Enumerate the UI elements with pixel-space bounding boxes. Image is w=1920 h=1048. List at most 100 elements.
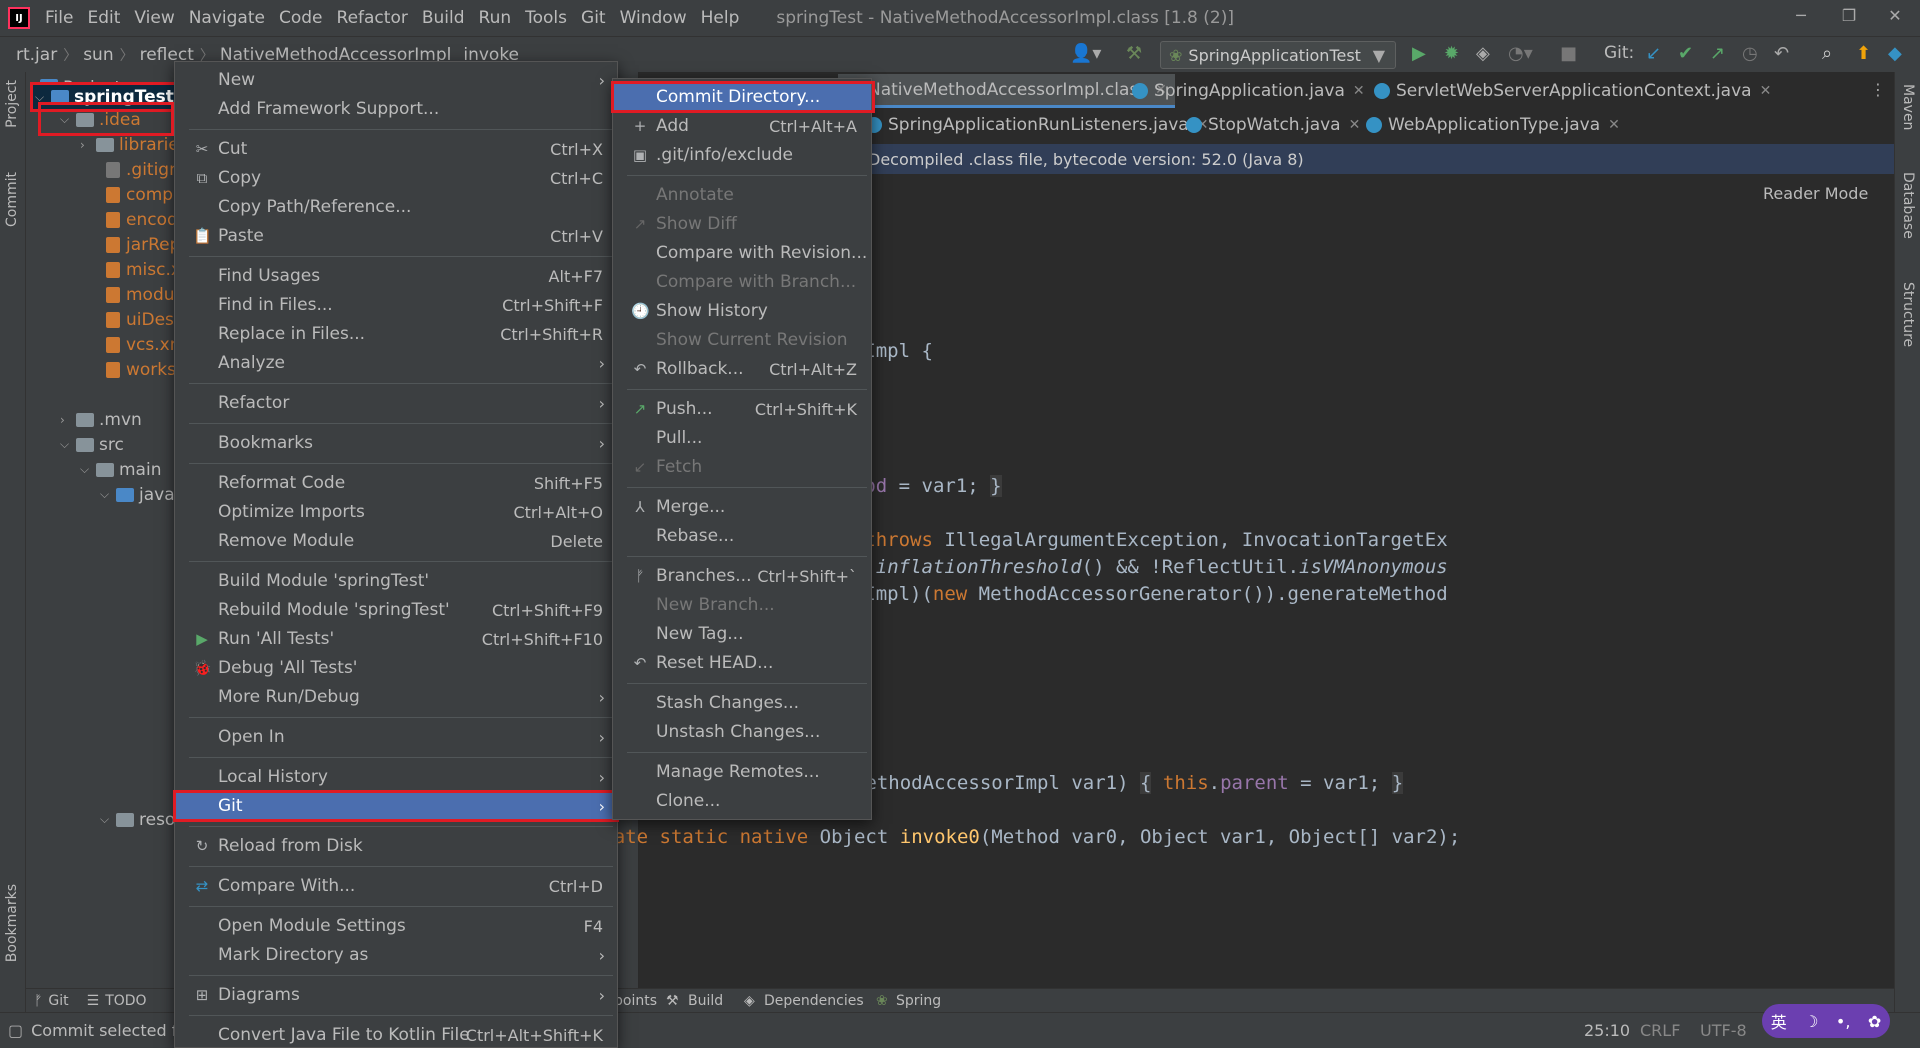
git-menu-item-new-tag[interactable]: New Tag... [613, 620, 871, 648]
context-menu-item-cut[interactable]: ✂ Cut Ctrl+X [175, 135, 617, 163]
search-icon[interactable]: ⌕ [1822, 43, 1832, 64]
minimize-icon[interactable]: ─ [1778, 0, 1824, 30]
git-menu-item-rollback[interactable]: ↶ Rollback... Ctrl+Alt+Z [613, 355, 871, 383]
context-menu-item-convert-java-file-to-kotlin-file[interactable]: Convert Java File to Kotlin File Ctrl+Alt… [175, 1021, 617, 1048]
line-separator[interactable]: CRLF [1640, 1021, 1680, 1040]
git-menu-item-pull[interactable]: Pull... [613, 424, 871, 452]
tab-springapplication[interactable]: SpringApplication.java ✕ [1124, 74, 1373, 108]
tree-item-java[interactable]: ⌵ java [100, 482, 175, 507]
close-tab-icon[interactable]: ✕ [1608, 117, 1620, 133]
close-tab-icon[interactable]: ✕ [1353, 83, 1365, 99]
menu-tools[interactable]: Tools [518, 0, 574, 36]
context-menu-item-debug-all-tests[interactable]: 🐞 Debug 'All Tests' [175, 654, 617, 682]
context-menu-item-rebuild-module-springtest[interactable]: Rebuild Module 'springTest' Ctrl+Shift+F9 [175, 596, 617, 624]
stop-icon[interactable]: ■ [1560, 43, 1577, 64]
context-menu-item-compare-with[interactable]: ⇄ Compare With... Ctrl+D [175, 872, 617, 900]
tree-item-src[interactable]: ⌵ src [60, 432, 124, 457]
caret-position[interactable]: 25:10 [1584, 1021, 1630, 1040]
context-menu-item-new[interactable]: New › [175, 66, 617, 94]
context-menu-item-open-in[interactable]: Open In › [175, 723, 617, 751]
breadcrumb-package[interactable]: sun [77, 45, 119, 65]
git-update-icon[interactable]: ↙ [1646, 43, 1661, 64]
menu-refactor[interactable]: Refactor [330, 0, 415, 36]
context-menu-item-open-module-settings[interactable]: Open Module Settings F4 [175, 912, 617, 940]
build-tool-tab[interactable]: Build [688, 993, 723, 1009]
context-menu-item-local-history[interactable]: Local History › [175, 763, 617, 791]
menu-run[interactable]: Run [472, 0, 519, 36]
tab-springapplicationrunlisteners[interactable]: SpringApplicationRunListeners.java ✕ [858, 108, 1216, 142]
tree-item-mvn[interactable]: › .mvn [60, 407, 142, 432]
git-history-icon[interactable]: ◷ [1742, 43, 1758, 64]
context-menu-item-analyze[interactable]: Analyze › [175, 349, 617, 377]
tree-item-libraries[interactable]: › libraries [80, 132, 188, 157]
git-menu-item-branches[interactable]: ᚠ Branches... Ctrl+Shift+` [613, 562, 871, 590]
context-menu-item-reformat-code[interactable]: Reformat Code Shift+F5 [175, 469, 617, 497]
context-menu-item-bookmarks[interactable]: Bookmarks › [175, 429, 617, 457]
git-menu-item-commit-directory[interactable]: Commit Directory... [613, 83, 871, 111]
context-menu-item-remove-module[interactable]: Remove Module Delete [175, 527, 617, 555]
menu-view[interactable]: View [127, 0, 181, 36]
project-tool-tab[interactable]: Project [4, 80, 20, 128]
menu-window[interactable]: Window [613, 0, 694, 36]
context-menu-item-paste[interactable]: 📋 Paste Ctrl+V [175, 222, 617, 250]
context-menu-item-copy-path-reference[interactable]: Copy Path/Reference... [175, 193, 617, 221]
git-tool-tab[interactable]: Git [48, 993, 68, 1009]
git-commit-icon[interactable]: ✔ [1678, 43, 1693, 64]
context-menu-item-find-in-files[interactable]: Find in Files... Ctrl+Shift+F [175, 291, 617, 319]
context-menu-item-reload-from-disk[interactable]: ↻ Reload from Disk [175, 832, 617, 860]
context-menu-item-copy[interactable]: ⧉ Copy Ctrl+C [175, 164, 617, 192]
context-menu-item-replace-in-files[interactable]: Replace in Files... Ctrl+Shift+R [175, 320, 617, 348]
file-encoding[interactable]: UTF-8 [1700, 1021, 1747, 1040]
profile-icon[interactable]: ◔▾ [1508, 43, 1533, 64]
git-menu-item-stash-changes[interactable]: Stash Changes... [613, 689, 871, 717]
git-menu-item-merge[interactable]: ⅄ Merge... [613, 493, 871, 521]
context-menu-item-optimize-imports[interactable]: Optimize Imports Ctrl+Alt+O [175, 498, 617, 526]
dependencies-tool-tab[interactable]: Dependencies [764, 993, 864, 1009]
git-menu-item-add[interactable]: + Add Ctrl+Alt+A [613, 112, 871, 140]
context-menu-item-git[interactable]: Git › [175, 792, 617, 820]
menu-edit[interactable]: Edit [80, 0, 127, 36]
git-menu-item-git-info-exclude[interactable]: ▣ .git/info/exclude [613, 141, 871, 169]
git-menu-item-reset-head[interactable]: ↶ Reset HEAD... [613, 649, 871, 677]
structure-tool-tab[interactable]: Structure [1900, 282, 1916, 347]
bookmarks-tool-tab[interactable]: Bookmarks [4, 884, 20, 962]
tab-servletwebserverapplicationcontext[interactable]: ServletWebServerApplicationContext.java ✕ [1366, 74, 1779, 108]
database-tool-tab[interactable]: Database [1900, 172, 1916, 239]
context-menu-item-run-all-tests[interactable]: ▶ Run 'All Tests' Ctrl+Shift+F10 [175, 625, 617, 653]
maven-tool-tab[interactable]: Maven [1900, 84, 1916, 130]
close-window-icon[interactable]: ✕ [1872, 0, 1918, 30]
git-menu-item-show-history[interactable]: 🕘 Show History [613, 297, 871, 325]
git-menu-item-compare-with-revision[interactable]: Compare with Revision... [613, 239, 871, 267]
jetbrains-icon[interactable]: ◆ [1888, 43, 1902, 64]
update-icon[interactable]: ⬆ [1856, 43, 1871, 64]
restore-icon[interactable]: ❐ [1826, 0, 1872, 30]
context-menu-item-mark-directory-as[interactable]: Mark Directory as › [175, 941, 617, 969]
git-menu-item-push[interactable]: ↗ Push... Ctrl+Shift+K [613, 395, 871, 423]
context-menu-item-add-framework-support[interactable]: Add Framework Support... [175, 95, 617, 123]
context-menu-item-refactor[interactable]: Refactor › [175, 389, 617, 417]
menu-git[interactable]: Git [574, 0, 613, 36]
menu-file[interactable]: File [38, 0, 80, 36]
git-menu-item-rebase[interactable]: Rebase... [613, 522, 871, 550]
reader-mode-toggle[interactable]: Reader Mode [1763, 184, 1868, 203]
run-icon[interactable]: ▶ [1412, 43, 1426, 64]
tree-item-main[interactable]: ⌵ main [80, 457, 161, 482]
todo-tool-tab[interactable]: TODO [105, 993, 146, 1009]
user-icon[interactable]: 👤▾ [1070, 43, 1101, 64]
menu-build[interactable]: Build [415, 0, 472, 36]
context-menu-item-diagrams[interactable]: ⊞ Diagrams › [175, 981, 617, 1009]
git-rollback-icon[interactable]: ↶ [1774, 43, 1789, 64]
context-menu-item-find-usages[interactable]: Find Usages Alt+F7 [175, 262, 617, 290]
context-menu-item-more-run-debug[interactable]: More Run/Debug › [175, 683, 617, 711]
menu-code[interactable]: Code [272, 0, 330, 36]
spring-tool-tab[interactable]: Spring [896, 993, 941, 1009]
coverage-icon[interactable]: ◈ [1476, 43, 1490, 64]
debug-icon[interactable]: ✹ [1444, 43, 1459, 64]
tab-stopwatch[interactable]: StopWatch.java ✕ [1178, 108, 1368, 142]
tree-item-idea[interactable]: ⌵ .idea [60, 107, 141, 132]
menu-navigate[interactable]: Navigate [182, 0, 272, 36]
git-menu-item-unstash-changes[interactable]: Unstash Changes... [613, 718, 871, 746]
endpoints-tool-tab[interactable]: points [614, 993, 657, 1009]
ime-widget[interactable]: 英 ☽ •, ✿ [1762, 1004, 1890, 1038]
close-tab-icon[interactable]: ✕ [1760, 83, 1772, 99]
